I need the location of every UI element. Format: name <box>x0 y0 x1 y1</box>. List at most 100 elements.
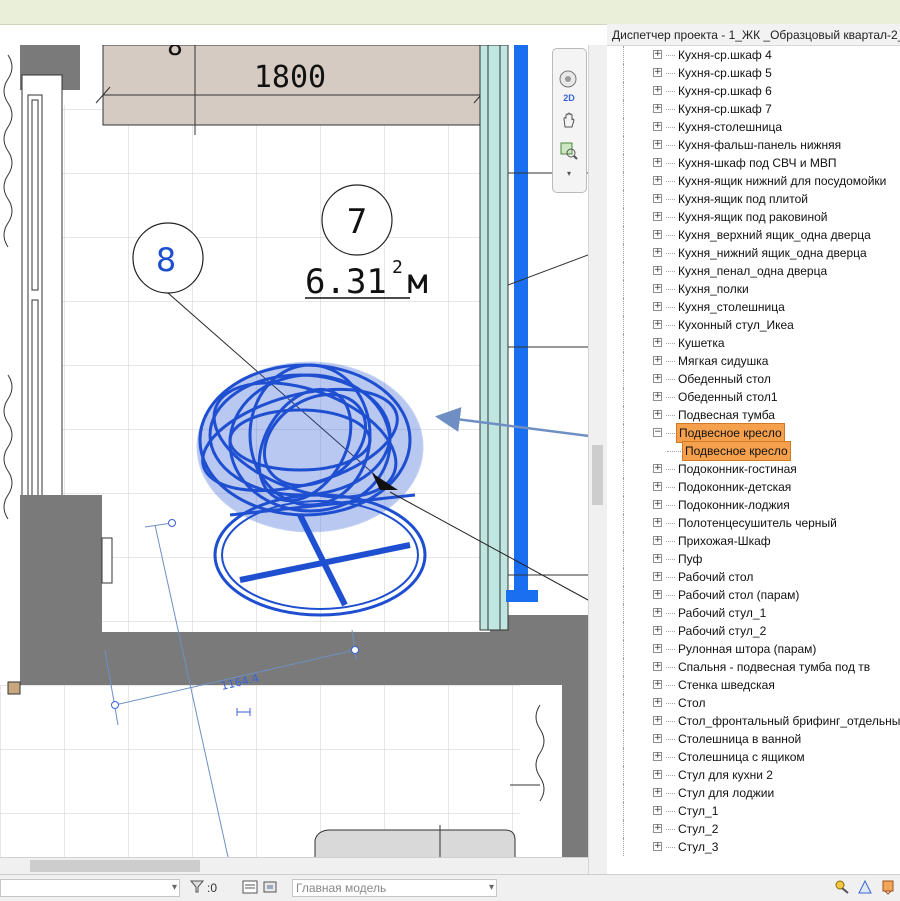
expand-icon[interactable]: + <box>653 266 662 275</box>
expand-icon[interactable]: + <box>653 410 662 419</box>
expand-icon[interactable]: + <box>653 590 662 599</box>
expand-icon[interactable]: + <box>653 770 662 779</box>
selection-filter-icon[interactable] <box>189 879 205 897</box>
chevron-down-icon[interactable]: ▾ <box>489 880 494 896</box>
tree-item-family[interactable]: + Мягкая сидушка <box>607 352 900 370</box>
tree-item-family[interactable]: + Столешница в ванной <box>607 730 900 748</box>
tree-item-family[interactable]: + Кухня_нижний ящик_одна дверца <box>607 244 900 262</box>
warnings-icon[interactable] <box>834 879 850 897</box>
expand-icon[interactable]: + <box>653 608 662 617</box>
chevron-down-icon[interactable]: ▾ <box>557 163 581 185</box>
tree-item-family[interactable]: + Кухня-столешница <box>607 118 900 136</box>
tree-item-family[interactable]: + Рабочий стул_1 <box>607 604 900 622</box>
tree-item-family[interactable]: + Стул для кухни 2 <box>607 766 900 784</box>
tree-item-family[interactable]: + Рабочий стул_2 <box>607 622 900 640</box>
tree-item-family[interactable]: + Рабочий стол (парам) <box>607 586 900 604</box>
expand-icon[interactable]: + <box>653 284 662 293</box>
tree-item-family[interactable]: + Рабочий стол <box>607 568 900 586</box>
tree-item-family[interactable]: + Кухня-ср.шкаф 7 <box>607 100 900 118</box>
tree-item-family[interactable]: + Подоконник-лоджия <box>607 496 900 514</box>
tree-item-family[interactable]: + Стул_3 <box>607 838 900 856</box>
collapse-icon[interactable]: − <box>653 428 662 437</box>
tree-item-family[interactable]: + Стул_2 <box>607 820 900 838</box>
expand-icon[interactable]: + <box>653 104 662 113</box>
project-browser[interactable]: Диспетчер проекта - 1_ЖК _Образцовый ква… <box>607 24 900 874</box>
tree-item-family[interactable]: + Кухня-ср.шкаф 6 <box>607 82 900 100</box>
tree-item-family[interactable]: + Подвесная тумба <box>607 406 900 424</box>
tree-item-family[interactable]: + Стол_фронтальный брифинг_отдельный <box>607 712 900 730</box>
expand-icon[interactable]: + <box>653 500 662 509</box>
expand-icon[interactable]: + <box>653 140 662 149</box>
tree-item-instance[interactable]: Подвесное кресло <box>607 441 900 461</box>
expand-icon[interactable]: + <box>653 122 662 131</box>
expand-icon[interactable]: + <box>653 212 662 221</box>
expand-icon[interactable]: + <box>653 50 662 59</box>
expand-icon[interactable]: + <box>653 680 662 689</box>
expand-icon[interactable]: + <box>653 356 662 365</box>
tree-item-family[interactable]: + Стул для лоджии <box>607 784 900 802</box>
tree-item-family[interactable]: + Кухня-фальш-панель нижняя <box>607 136 900 154</box>
expand-icon[interactable]: + <box>653 338 662 347</box>
expand-icon[interactable]: + <box>653 806 662 815</box>
tree-item-family[interactable]: + Кухня-шкаф под СВЧ и МВП <box>607 154 900 172</box>
horizontal-scrollbar[interactable] <box>0 857 588 875</box>
tree-item-family[interactable]: + Прихожая-Шкаф <box>607 532 900 550</box>
expand-icon[interactable]: + <box>653 68 662 77</box>
zoom-region-icon[interactable] <box>557 141 581 163</box>
workset-dropdown[interactable]: ▾ <box>0 879 180 897</box>
expand-icon[interactable]: + <box>653 230 662 239</box>
expand-icon[interactable]: + <box>653 842 662 851</box>
expand-icon[interactable]: + <box>653 194 662 203</box>
tree-item-family[interactable]: + Кухня_пенал_одна дверца <box>607 262 900 280</box>
tree-item-family[interactable]: + Спальня - подвесная тумба под тв <box>607 658 900 676</box>
expand-icon[interactable]: + <box>653 518 662 527</box>
model-dropdown[interactable]: Главная модель ▾ <box>292 879 497 897</box>
tree-item-family[interactable]: + Кухня-ср.шкаф 4 <box>607 46 900 64</box>
expand-icon[interactable]: + <box>653 536 662 545</box>
scrollbar-thumb[interactable] <box>30 860 200 872</box>
tree-item-family[interactable]: + Кухня_столешница <box>607 298 900 316</box>
tree-item-family[interactable]: + Подоконник-детская <box>607 478 900 496</box>
tree-item-family[interactable]: + Стенка шведская <box>607 676 900 694</box>
expand-icon[interactable]: + <box>653 698 662 707</box>
project-browser-tree[interactable]: + Кухня-ср.шкаф 4 + Кухня-ср.шкаф 5 + Кухня-с… <box>607 46 900 882</box>
expand-icon[interactable]: + <box>653 734 662 743</box>
tree-item-family[interactable]: + Кухня-ящик под плитой <box>607 190 900 208</box>
expand-icon[interactable]: + <box>653 824 662 833</box>
tree-item-family[interactable]: + Кухня_верхний ящик_одна дверца <box>607 226 900 244</box>
expand-icon[interactable]: + <box>653 374 662 383</box>
expand-icon[interactable]: + <box>653 716 662 725</box>
expand-icon[interactable]: + <box>653 752 662 761</box>
floor-plan-canvas[interactable]: 1800 8 7 6.31 м 2 8 1164.4 <box>0 45 588 857</box>
tree-item-family[interactable]: + Кухня-ящик под раковиной <box>607 208 900 226</box>
expand-icon[interactable]: + <box>653 644 662 653</box>
tree-item-family[interactable]: + Кухня-ящик нижний для посудомойки <box>607 172 900 190</box>
tree-item-family[interactable]: − Подвесное кресло <box>607 423 900 443</box>
tree-item-family[interactable]: + Пуф <box>607 550 900 568</box>
expand-icon[interactable]: + <box>653 392 662 401</box>
expand-icon[interactable]: + <box>653 158 662 167</box>
pan-hand-icon[interactable] <box>557 111 581 133</box>
tree-item-family[interactable]: + Обеденный стол1 <box>607 388 900 406</box>
expand-icon[interactable]: + <box>653 176 662 185</box>
expand-icon[interactable]: + <box>653 482 662 491</box>
expand-icon[interactable]: + <box>653 320 662 329</box>
tree-item-family[interactable]: + Кухня-ср.шкаф 5 <box>607 64 900 82</box>
vertical-scrollbar[interactable] <box>588 45 608 874</box>
expand-icon[interactable]: + <box>653 626 662 635</box>
tree-item-family[interactable]: + Стол <box>607 694 900 712</box>
design-options-icon[interactable] <box>242 879 258 897</box>
expand-icon[interactable]: + <box>653 662 662 671</box>
expand-icon[interactable]: + <box>653 464 662 473</box>
tree-item-family[interactable]: + Кухня_полки <box>607 280 900 298</box>
scrollbar-thumb[interactable] <box>592 445 603 505</box>
chevron-down-icon[interactable]: ▾ <box>172 880 177 896</box>
tree-item-family[interactable]: + Столешница с ящиком <box>607 748 900 766</box>
tree-item-family[interactable]: + Рулонная штора (парам) <box>607 640 900 658</box>
tree-item-family[interactable]: + Полотенцесушитель черный <box>607 514 900 532</box>
expand-icon[interactable]: + <box>653 554 662 563</box>
expand-icon[interactable]: + <box>653 86 662 95</box>
expand-icon[interactable]: + <box>653 302 662 311</box>
tree-item-family[interactable]: + Стул_1 <box>607 802 900 820</box>
tree-item-family[interactable]: + Обеденный стол <box>607 370 900 388</box>
